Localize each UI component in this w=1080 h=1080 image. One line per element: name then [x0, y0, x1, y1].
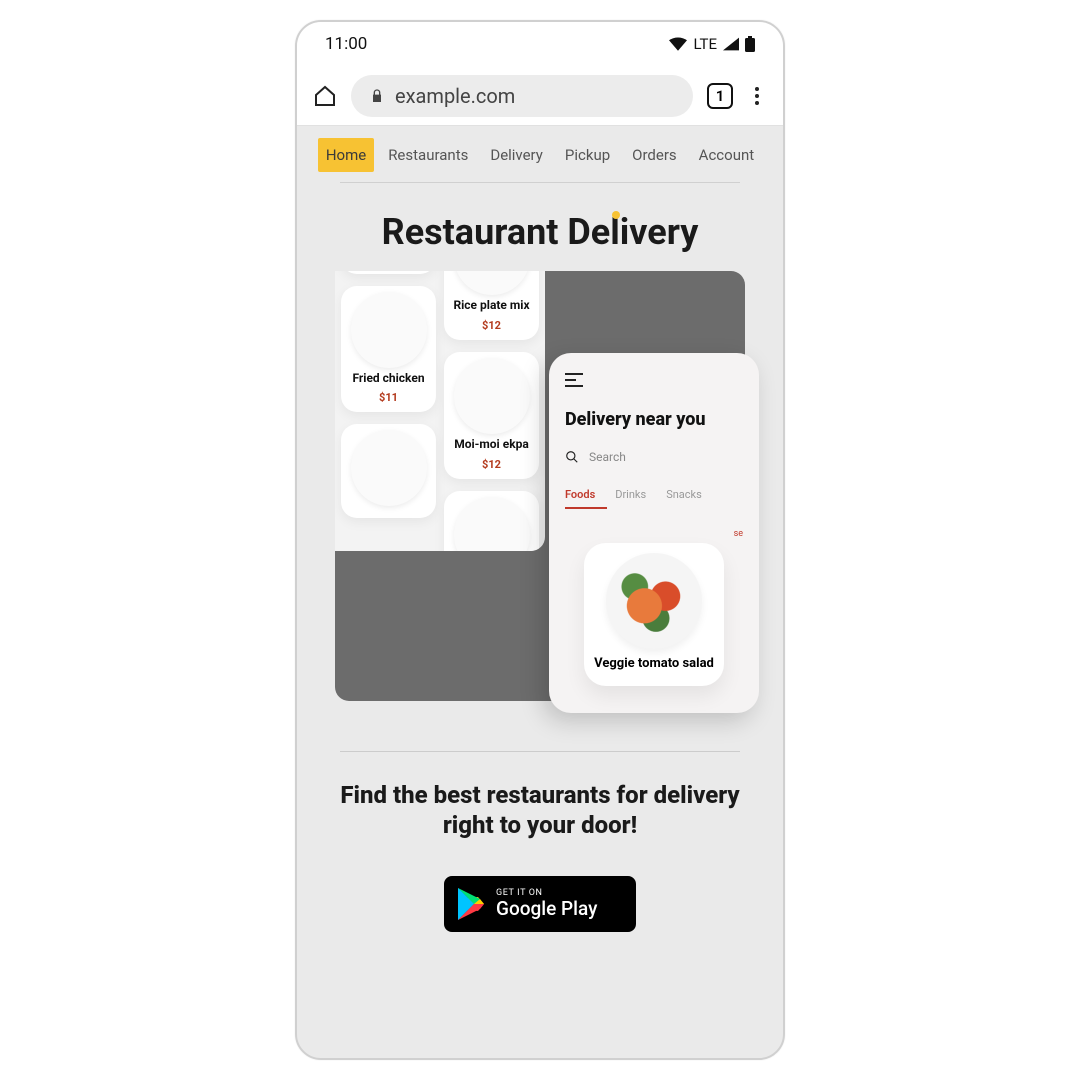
status-clock: 11:00 — [325, 34, 367, 54]
signal-icon — [723, 37, 739, 51]
section-divider — [340, 751, 740, 752]
search-row: Search — [565, 450, 743, 464]
status-right: LTE — [669, 35, 755, 53]
nav-delivery[interactable]: Delivery — [482, 138, 551, 172]
site-nav: Home Restaurants Delivery Pickup Orders … — [297, 126, 783, 172]
tab-foods: Foods — [565, 488, 595, 501]
mock-phone-right: Delivery near you Search Foods Drinks Sn… — [549, 353, 759, 713]
hero-title-text: Restaurant Delivery — [382, 211, 699, 253]
food-name: Veggie tomato salad — [592, 657, 716, 672]
tab-snacks: Snacks — [666, 488, 702, 501]
home-icon[interactable] — [313, 84, 337, 108]
food-image — [351, 430, 427, 506]
google-play-button[interactable]: GET IT ON Google Play — [444, 876, 636, 932]
featured-card: Veggie tomato salad — [584, 543, 724, 686]
food-price: $11 — [345, 391, 432, 404]
food-card: Fried chicken $11 — [341, 286, 436, 413]
browser-bar: example.com 1 — [297, 66, 783, 126]
network-label: LTE — [693, 35, 717, 53]
nav-divider — [340, 182, 740, 183]
nav-orders[interactable]: Orders — [624, 138, 685, 172]
search-placeholder: Search — [589, 450, 626, 464]
lock-icon — [369, 88, 385, 104]
hero-image: Veggie tomato mix $10 Fried chicken $11 … — [335, 271, 745, 701]
tab-count-button[interactable]: 1 — [707, 83, 733, 109]
tab-drinks: Drinks — [615, 488, 646, 501]
nav-pickup[interactable]: Pickup — [557, 138, 618, 172]
right-phone-heading: Delivery near you — [565, 409, 743, 430]
accent-dot-icon — [612, 211, 620, 219]
tab-count: 1 — [716, 87, 725, 105]
food-price: $12 — [448, 319, 535, 332]
overflow-menu-icon[interactable] — [747, 86, 767, 106]
nav-home[interactable]: Home — [318, 138, 374, 172]
food-name: Moi-moi ekpa — [448, 438, 535, 452]
url-text: example.com — [395, 84, 515, 108]
food-image — [454, 271, 530, 295]
nav-restaurants[interactable]: Restaurants — [380, 138, 476, 172]
tab-underline — [565, 507, 607, 509]
food-card: Veggie tomato mix $10 — [341, 271, 436, 274]
device-frame: 11:00 LTE example.com 1 Home Restaurants… — [295, 20, 785, 1060]
food-card: Rice plate mix $12 — [444, 271, 539, 340]
food-name: Rice plate mix — [448, 299, 535, 313]
food-card: Moi-moi ekpa $12 — [444, 352, 539, 479]
food-image — [606, 553, 702, 649]
see-more-link: se — [565, 529, 743, 539]
food-name: Fried chicken — [345, 372, 432, 386]
google-play-big: Google Play — [496, 899, 597, 919]
mock-phone-left: Veggie tomato mix $10 Fried chicken $11 … — [335, 271, 545, 551]
category-tabs: Foods Drinks Snacks — [565, 488, 743, 501]
food-image — [454, 497, 530, 551]
hero-title: Restaurant Delivery — [297, 211, 783, 253]
search-icon — [565, 450, 579, 464]
hamburger-icon — [565, 373, 583, 387]
food-price: $12 — [448, 458, 535, 471]
food-card — [444, 491, 539, 551]
food-image — [454, 358, 530, 434]
wifi-icon — [669, 37, 687, 51]
nav-account[interactable]: Account — [691, 138, 763, 172]
food-card — [341, 424, 436, 518]
tagline: Find the best restaurants for delivery r… — [297, 780, 783, 840]
battery-icon — [745, 36, 755, 52]
food-image — [351, 292, 427, 368]
url-bar[interactable]: example.com — [351, 75, 693, 117]
status-bar: 11:00 LTE — [297, 22, 783, 66]
google-play-icon — [456, 887, 486, 921]
google-play-text: GET IT ON Google Play — [496, 889, 597, 918]
